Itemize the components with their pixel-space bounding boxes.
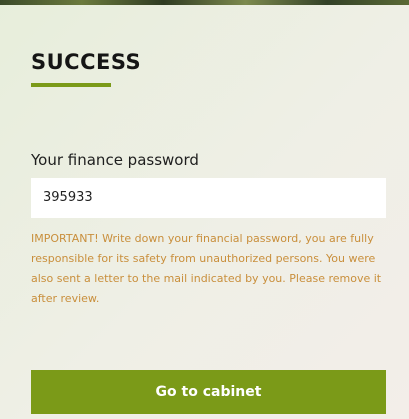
finance-password-label: Your finance password <box>31 151 199 169</box>
dialog-title: SUCCESS <box>31 50 142 74</box>
title-underline <box>31 83 111 87</box>
success-dialog: SUCCESS Your finance password 395933 IMP… <box>0 5 409 419</box>
go-to-cabinet-button[interactable]: Go to cabinet <box>31 370 386 414</box>
important-notice: IMPORTANT! Write down your financial pas… <box>31 232 382 305</box>
finance-password-field[interactable]: 395933 <box>31 178 386 218</box>
